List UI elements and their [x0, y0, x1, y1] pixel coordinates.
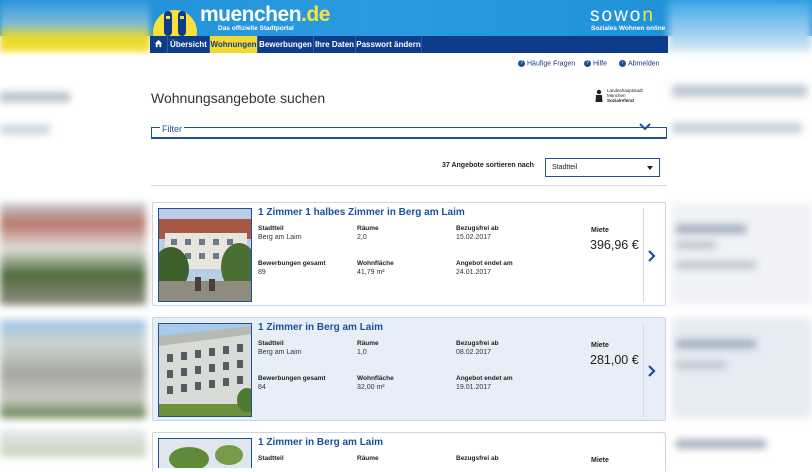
frauenkirche-logo-icon[interactable] — [152, 2, 198, 36]
sort-select[interactable]: Stadtteil — [545, 158, 660, 177]
listing-details-button[interactable] — [643, 323, 660, 417]
blurred-header-left — [0, 0, 150, 52]
blurred-side-text — [676, 340, 756, 348]
chevron-right-icon — [648, 250, 656, 262]
rent-label: Miete — [591, 457, 609, 464]
help-link[interactable]: ? Hilfe — [584, 60, 607, 67]
blurred-side-text — [672, 123, 802, 133]
rooms-label: Räume — [357, 340, 379, 347]
blurred-header-right — [668, 0, 812, 52]
city-crest-logo: Landeshauptstadt München Sozialreferat — [594, 88, 664, 108]
nav-item-ihre-daten[interactable]: Ihre Daten — [314, 36, 356, 53]
applications-value: 89 — [258, 269, 266, 276]
listing-card[interactable]: 1 Zimmer 1 halbes Zimmer in Berg am Laim… — [152, 202, 666, 306]
listing-title[interactable]: 1 Zimmer 1 halbes Zimmer in Berg am Laim — [258, 207, 465, 218]
listing-photo[interactable] — [158, 438, 252, 468]
offer-end-value: 19.01.2017 — [456, 384, 492, 391]
page-title: Wohnungsangebote suchen — [151, 90, 326, 106]
sowon-tagline: Soziales Wohnen online — [591, 25, 666, 32]
listing-photo[interactable] — [158, 323, 252, 417]
caret-down-icon — [647, 166, 653, 170]
area-value: 32,00 m² — [357, 384, 385, 391]
blurred-side-image — [0, 320, 146, 418]
applications-label: Bewerbungen gesamt — [258, 375, 326, 382]
rooms-label: Räume — [357, 455, 379, 462]
home-icon — [154, 39, 163, 48]
sort-label: 37 Angebote sortieren nach — [442, 162, 534, 169]
area-value: 41,79 m² — [357, 269, 385, 276]
chevron-right-icon — [648, 365, 656, 377]
filter-label: Filter — [160, 124, 184, 134]
listing-card[interactable]: 1 Zimmer in Berg am Laim Stadtteil Berg … — [152, 317, 666, 421]
nav-home[interactable] — [150, 36, 168, 53]
applications-value: 84 — [258, 384, 266, 391]
question-icon: ? — [518, 60, 525, 67]
blurred-side-text — [676, 242, 716, 248]
district-label: Stadtteil — [258, 225, 284, 232]
nav-item-passwort[interactable]: Passwort ändern — [356, 36, 422, 53]
divider — [151, 185, 667, 186]
offer-end-label: Angebot endet am — [456, 260, 513, 267]
available-label: Bezugsfrei ab — [456, 340, 499, 347]
listing-title[interactable]: 1 Zimmer in Berg am Laim — [258, 437, 383, 448]
rent-value: 396,96 € — [590, 238, 639, 252]
blurred-side-card — [672, 203, 812, 305]
blurred-side-text — [676, 262, 756, 268]
nav-item-wohnungen[interactable]: Wohnungen — [210, 36, 258, 53]
available-value: 15.02.2017 — [456, 234, 492, 241]
offer-end-label: Angebot endet am — [456, 375, 513, 382]
filter-panel-toggle[interactable] — [151, 127, 667, 139]
rent-label: Miete — [591, 342, 609, 349]
blurred-side-image — [0, 430, 146, 457]
rent-value: 281,00 € — [590, 353, 639, 367]
chevron-down-icon[interactable] — [639, 123, 651, 131]
munich-child-crest-icon — [595, 89, 603, 102]
listing-card[interactable]: 1 Zimmer in Berg am Laim Stadtteil Räume… — [152, 432, 666, 472]
blurred-side-image — [0, 203, 146, 305]
rooms-value: 1,0 — [357, 349, 367, 356]
sort-select-value: Stadtteil — [552, 164, 578, 171]
rooms-label: Räume — [357, 225, 379, 232]
faq-link[interactable]: ? Häufige Fragen — [518, 60, 575, 67]
logout-link[interactable]: › Abmelden — [619, 60, 660, 67]
district-value: Berg am Laim — [258, 234, 302, 241]
district-value: Berg am Laim — [258, 349, 302, 356]
available-value: 08.02.2017 — [456, 349, 492, 356]
portal-tagline: Das offizielle Stadtportal — [218, 25, 294, 32]
available-label: Bezugsfrei ab — [456, 455, 499, 462]
nav-item-uebersicht[interactable]: Übersicht — [168, 36, 210, 53]
offer-end-value: 24.01.2017 — [456, 269, 492, 276]
applications-label: Bewerbungen gesamt — [258, 260, 326, 267]
help-icon: ? — [584, 60, 591, 67]
portal-logo[interactable]: muenchen.de — [200, 3, 330, 27]
blurred-side-text — [676, 440, 766, 448]
main-nav: Übersicht Wohnungen Bewerbungen Ihre Dat… — [150, 36, 668, 53]
blurred-side-text — [676, 225, 746, 233]
rent-label: Miete — [591, 227, 609, 234]
blurred-side-text — [0, 92, 70, 102]
area-label: Wohnfläche — [357, 375, 394, 382]
listing-title[interactable]: 1 Zimmer in Berg am Laim — [258, 322, 383, 333]
listing-photo[interactable] — [158, 208, 252, 302]
blurred-side-text — [0, 125, 50, 134]
available-label: Bezugsfrei ab — [456, 225, 499, 232]
nav-item-bewerbungen[interactable]: Bewerbungen — [258, 36, 314, 53]
logout-icon: › — [619, 60, 626, 67]
rooms-value: 2,0 — [357, 234, 367, 241]
district-label: Stadtteil — [258, 455, 284, 462]
listing-details-button[interactable] — [643, 208, 660, 302]
blurred-side-text — [676, 362, 726, 368]
sowon-logo[interactable]: sowon — [590, 5, 655, 27]
area-label: Wohnfläche — [357, 260, 394, 267]
blurred-side-card — [672, 318, 812, 418]
district-label: Stadtteil — [258, 340, 284, 347]
blurred-side-text — [672, 85, 807, 97]
